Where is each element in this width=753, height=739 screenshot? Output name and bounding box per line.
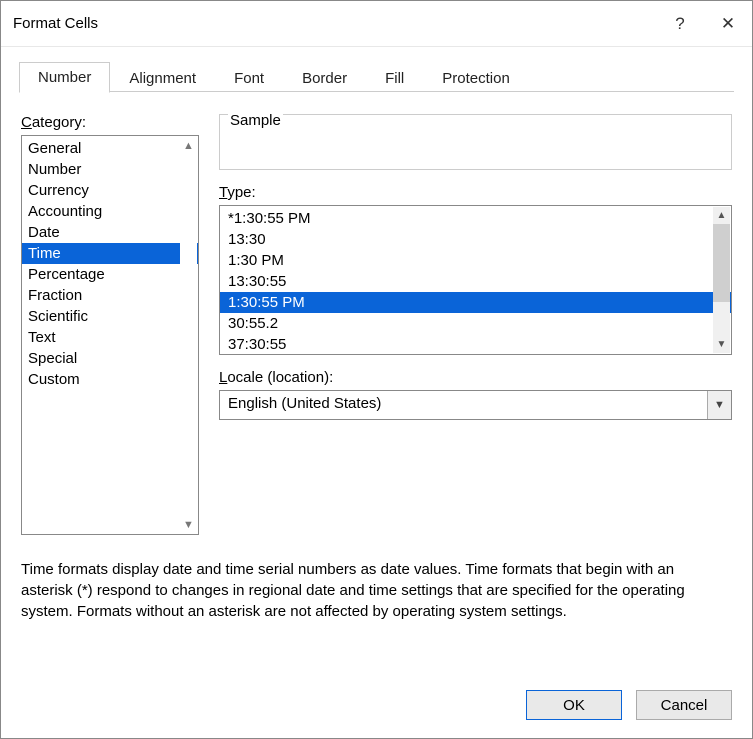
category-label: Category: — [21, 114, 199, 131]
button-bar: OK Cancel — [1, 674, 752, 738]
locale-label: Locale (location): — [219, 369, 732, 386]
category-item[interactable]: Special — [22, 348, 198, 369]
scroll-track[interactable] — [713, 224, 730, 336]
window-title: Format Cells — [13, 15, 656, 32]
tab-alignment[interactable]: Alignment — [110, 63, 215, 93]
tab-fill[interactable]: Fill — [366, 63, 423, 93]
type-item[interactable]: *1:30:55 PM — [220, 208, 731, 229]
dialog-body: Category: GeneralNumberCurrencyAccountin… — [1, 92, 752, 674]
type-item[interactable]: 37:30:55 — [220, 334, 731, 355]
category-item[interactable]: Custom — [22, 369, 198, 390]
type-label: Type: — [219, 184, 732, 201]
type-item[interactable]: 1:30:55 PM — [220, 292, 731, 313]
close-icon: ✕ — [721, 14, 735, 34]
titlebar: Format Cells ? ✕ — [1, 1, 752, 47]
close-button[interactable]: ✕ — [704, 1, 752, 47]
category-item[interactable]: Number — [22, 159, 198, 180]
ok-button[interactable]: OK — [526, 690, 622, 720]
type-item[interactable]: 13:30 — [220, 229, 731, 250]
help-button[interactable]: ? — [656, 1, 704, 47]
category-item[interactable]: Accounting — [22, 201, 198, 222]
type-item[interactable]: 30:55.2 — [220, 313, 731, 334]
chevron-down-icon[interactable]: ▼ — [707, 391, 731, 419]
category-item[interactable]: Date — [22, 222, 198, 243]
category-item[interactable]: Fraction — [22, 285, 198, 306]
format-cells-dialog: Format Cells ? ✕ NumberAlignmentFontBord… — [0, 0, 753, 739]
category-item[interactable]: General — [22, 138, 198, 159]
scroll-thumb[interactable] — [713, 224, 730, 302]
tab-protection[interactable]: Protection — [423, 63, 529, 93]
type-item[interactable]: 1:30 PM — [220, 250, 731, 271]
category-scrollbar[interactable]: ▲ ▼ — [180, 137, 197, 533]
tab-strip: NumberAlignmentFontBorderFillProtection — [1, 47, 752, 92]
category-item[interactable]: Currency — [22, 180, 198, 201]
description-text: Time formats display date and time seria… — [21, 559, 732, 622]
scroll-down-icon[interactable]: ▼ — [180, 516, 197, 533]
tab-number[interactable]: Number — [19, 62, 110, 93]
scroll-up-icon[interactable]: ▲ — [713, 207, 730, 224]
category-item[interactable]: Text — [22, 327, 198, 348]
tab-border[interactable]: Border — [283, 63, 366, 93]
category-item[interactable]: Scientific — [22, 306, 198, 327]
tab-rule — [19, 91, 734, 92]
sample-label: Sample — [228, 112, 283, 129]
type-listbox[interactable]: *1:30:55 PM13:301:30 PM13:30:551:30:55 P… — [219, 205, 732, 355]
tab-font[interactable]: Font — [215, 63, 283, 93]
category-item[interactable]: Percentage — [22, 264, 198, 285]
type-scrollbar[interactable]: ▲ ▼ — [713, 207, 730, 353]
locale-select[interactable]: English (United States) ▼ — [219, 390, 732, 420]
sample-box: Sample — [219, 114, 732, 170]
scroll-up-icon[interactable]: ▲ — [180, 137, 197, 154]
category-item[interactable]: Time — [22, 243, 198, 264]
cancel-button[interactable]: Cancel — [636, 690, 732, 720]
type-item[interactable]: 13:30:55 — [220, 271, 731, 292]
locale-value: English (United States) — [220, 391, 707, 419]
scroll-down-icon[interactable]: ▼ — [713, 336, 730, 353]
category-listbox[interactable]: GeneralNumberCurrencyAccountingDateTimeP… — [21, 135, 199, 535]
help-icon: ? — [675, 14, 684, 34]
